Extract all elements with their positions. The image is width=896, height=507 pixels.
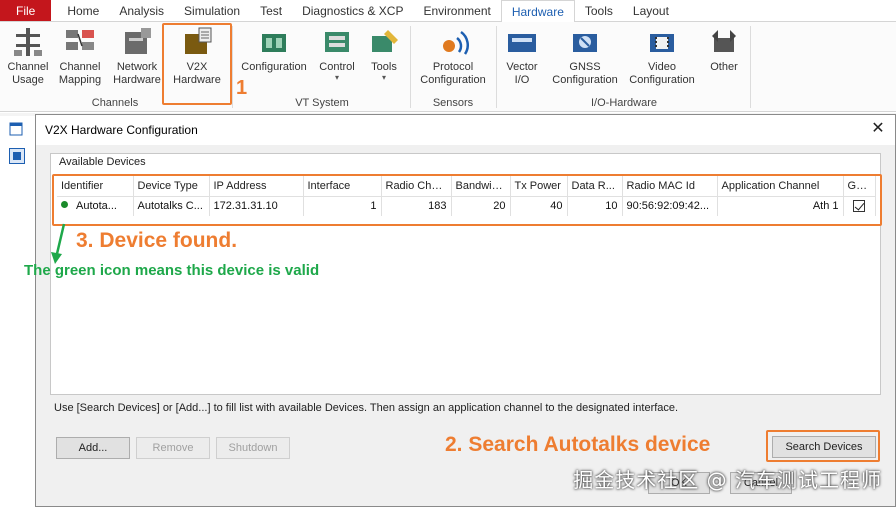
step-1-label: 1 xyxy=(236,77,248,99)
configuration-icon xyxy=(262,34,286,52)
channel-mapping-icon xyxy=(66,30,94,50)
group-separator xyxy=(496,26,497,108)
tab-simulation[interactable]: Simulation xyxy=(174,0,250,21)
highlight-device-row xyxy=(52,174,882,226)
channel-usage-button[interactable]: Channel Usage xyxy=(4,26,52,92)
panel-tool-icon[interactable] xyxy=(9,148,25,164)
sensor-signal-icon xyxy=(443,30,469,55)
group-separator xyxy=(232,26,233,108)
vector-io-label: Vector I/O xyxy=(506,61,538,86)
control-button[interactable]: Control ▾ xyxy=(316,26,358,92)
protocol-configuration-button[interactable]: Protocol Configuration xyxy=(416,26,490,92)
group-sensors-label: Sensors xyxy=(432,97,474,109)
other-hardware-icon xyxy=(712,30,736,52)
tab-home[interactable]: Home xyxy=(57,0,109,21)
tab-analysis[interactable]: Analysis xyxy=(109,0,174,21)
control-icon xyxy=(325,32,349,52)
group-vt-system-label: VT System xyxy=(295,97,349,109)
watermark: 掘金技术社区 @ 汽车测试工程师 xyxy=(573,468,882,492)
side-panel xyxy=(0,116,36,507)
group-separator xyxy=(750,26,751,108)
ribbon-hardware: Channel Usage Channel Mapping Network Ha… xyxy=(0,22,896,112)
gnss-configuration-label: GNSS Configuration xyxy=(552,61,618,86)
dialog-title: V2X Hardware Configuration xyxy=(36,115,895,145)
channel-mapping-label: Channel Mapping xyxy=(58,61,102,86)
configuration-label: Configuration xyxy=(241,61,307,73)
vector-io-icon xyxy=(508,34,536,52)
chevron-down-icon: ▾ xyxy=(334,73,339,82)
annotation-arrow-icon xyxy=(51,223,66,264)
network-hardware-label: Network Hardware xyxy=(113,61,161,86)
tools-icon xyxy=(372,30,398,52)
shutdown-button[interactable]: Shutdown xyxy=(216,437,290,459)
tab-test[interactable]: Test xyxy=(250,0,292,21)
step-3-label: 3. Device found. xyxy=(76,229,238,252)
tab-file[interactable]: File xyxy=(0,0,52,21)
chevron-down-icon: ▾ xyxy=(381,73,386,82)
protocol-configuration-label: Protocol Configuration xyxy=(420,61,486,86)
other-button[interactable]: Other xyxy=(704,26,744,92)
green-icon-note: The green icon means this device is vali… xyxy=(24,262,320,279)
video-icon xyxy=(650,34,674,52)
tools-button[interactable]: Tools ▾ xyxy=(364,26,404,92)
network-hardware-button[interactable]: Network Hardware xyxy=(110,26,164,92)
remove-button[interactable]: Remove xyxy=(136,437,210,459)
video-configuration-label: Video Configuration xyxy=(629,61,695,86)
satellite-icon xyxy=(573,34,597,52)
window-icon xyxy=(9,122,23,136)
network-hardware-icon xyxy=(125,28,151,54)
step-2-label: 2. Search Autotalks device xyxy=(445,433,711,456)
hint-text: Use [Search Devices] or [Add...] to fill… xyxy=(54,402,679,414)
add-button[interactable]: Add... xyxy=(56,437,130,459)
tab-tools[interactable]: Tools xyxy=(575,0,623,21)
gnss-configuration-button[interactable]: GNSS Configuration xyxy=(548,26,622,92)
channel-usage-label: Channel Usage xyxy=(7,61,49,86)
group-separator xyxy=(410,26,411,108)
tab-diagnostics-xcp[interactable]: Diagnostics & XCP xyxy=(292,0,413,21)
tab-layout[interactable]: Layout xyxy=(623,0,679,21)
tab-environment[interactable]: Environment xyxy=(413,0,500,21)
group-io-hardware-label: I/O-Hardware xyxy=(590,97,658,109)
highlight-v2x-hardware xyxy=(162,23,232,105)
channel-usage-icon xyxy=(14,28,42,56)
close-icon[interactable]: ✕ xyxy=(869,120,887,138)
vector-io-button[interactable]: Vector I/O xyxy=(502,26,542,92)
ribbon-tab-bar: File Home Analysis Simulation Test Diagn… xyxy=(0,0,896,23)
tab-hardware[interactable]: Hardware xyxy=(500,0,575,23)
channel-mapping-button[interactable]: Channel Mapping xyxy=(56,26,104,92)
configuration-button[interactable]: Configuration xyxy=(240,26,308,92)
highlight-search-devices xyxy=(766,430,880,462)
video-configuration-button[interactable]: Video Configuration xyxy=(626,26,698,92)
other-label: Other xyxy=(710,61,738,73)
available-devices-label: Available Devices xyxy=(58,156,147,168)
